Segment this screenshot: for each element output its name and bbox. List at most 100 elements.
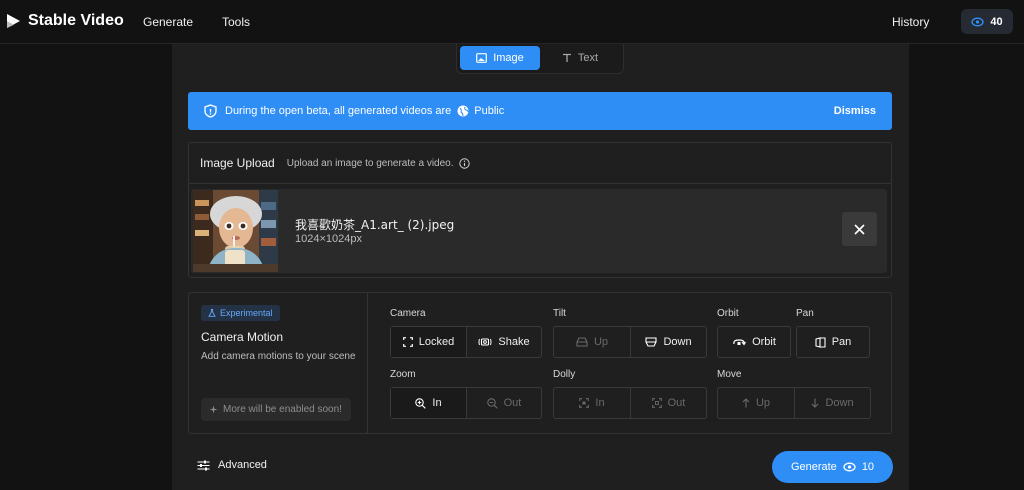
dolly-label: Dolly xyxy=(553,369,576,380)
mode-toggle: Image Text xyxy=(456,44,624,74)
image-thumbnail[interactable] xyxy=(193,190,278,272)
credits-count: 40 xyxy=(990,15,1003,28)
tilt-down-button[interactable]: Down xyxy=(630,327,706,357)
uploaded-file: 我喜歡奶茶_A1.art_ (2).jpeg 1024×1024px xyxy=(191,189,887,273)
dolly-out-label: Out xyxy=(667,397,686,409)
coming-soon-text: More will be enabled soon! xyxy=(223,404,342,415)
app-name: Stable Video xyxy=(28,12,124,29)
zoom-out-button[interactable]: Out xyxy=(466,388,541,418)
portrait-thumbnail-image xyxy=(193,190,278,272)
experimental-badge: Experimental xyxy=(201,305,280,321)
coming-soon-notice: More will be enabled soon! xyxy=(201,398,351,421)
move-down-button[interactable]: Down xyxy=(794,388,870,418)
orbit-segment: Orbit xyxy=(717,326,791,358)
camera-motion-title: Camera Motion xyxy=(201,330,284,344)
sliders-icon xyxy=(197,460,210,470)
camera-locked-button[interactable]: Locked xyxy=(391,327,466,357)
credits-badge[interactable]: 40 xyxy=(961,9,1013,34)
tilt-up-icon xyxy=(576,337,588,347)
camera-label: Camera xyxy=(390,308,426,319)
nav-tools[interactable]: Tools xyxy=(222,15,250,29)
generate-cost: 10 xyxy=(861,461,875,473)
tilt-up-button[interactable]: Up xyxy=(554,327,630,357)
zoom-label: Zoom xyxy=(390,369,416,380)
file-name: 我喜歡奶茶_A1.art_ (2).jpeg xyxy=(295,218,455,232)
banner-message: During the open beta, all generated vide… xyxy=(225,105,452,117)
orbit-label: Orbit xyxy=(717,308,739,319)
upload-header: Image Upload Upload an image to generate… xyxy=(189,143,891,184)
pan-icon xyxy=(815,336,826,348)
dolly-in-label: In xyxy=(595,397,605,409)
banner-visibility: Public xyxy=(474,105,505,117)
camera-shake-button[interactable]: Shake xyxy=(466,327,541,357)
tab-image-label: Image xyxy=(493,52,524,64)
nav-generate[interactable]: Generate xyxy=(143,15,193,29)
arrow-down-icon xyxy=(812,398,819,408)
close-icon xyxy=(854,223,865,235)
orbit-label-text: Orbit xyxy=(752,336,776,348)
dismiss-button[interactable]: Dismiss xyxy=(834,105,876,117)
camera-shake-label: Shake xyxy=(498,336,530,348)
dolly-out-button[interactable]: Out xyxy=(630,388,706,418)
pan-label-text: Pan xyxy=(831,336,852,348)
credits-icon xyxy=(843,462,856,472)
move-label: Move xyxy=(717,369,742,380)
move-up-button[interactable]: Up xyxy=(718,388,794,418)
upload-title: Image Upload xyxy=(200,156,275,170)
beta-banner: During the open beta, all generated vide… xyxy=(188,92,892,130)
tilt-down-label: Down xyxy=(663,336,692,348)
camera-motion-description: Add camera motions to your scene xyxy=(201,351,356,362)
dolly-in-icon xyxy=(579,398,590,408)
orbit-button[interactable]: Orbit xyxy=(718,327,790,357)
tilt-up-label: Up xyxy=(593,336,609,348)
camera-motion-section: Experimental Camera Motion Add camera mo… xyxy=(188,292,892,434)
text-icon xyxy=(562,53,571,62)
zoom-out-label: Out xyxy=(503,397,522,409)
top-nav: Stable Video Generate Tools History 40 xyxy=(0,0,1024,44)
move-segment: Up Down xyxy=(717,387,871,419)
arrow-up-icon xyxy=(742,398,750,408)
file-dimensions: 1024×1024px xyxy=(295,233,362,245)
tab-text-label: Text xyxy=(577,52,599,64)
lock-frame-icon xyxy=(402,337,413,347)
zoom-segment: In Out xyxy=(390,387,542,419)
remove-image-button[interactable] xyxy=(842,212,877,246)
camera-motion-info: Experimental Camera Motion Add camera mo… xyxy=(189,293,368,433)
shake-icon xyxy=(478,338,492,346)
move-down-label: Down xyxy=(825,397,854,409)
zoom-out-icon xyxy=(486,397,498,409)
app-logo[interactable]: Stable Video xyxy=(6,12,124,30)
camera-segment: Locked Shake xyxy=(390,326,542,358)
credits-icon xyxy=(971,17,985,26)
move-up-label: Up xyxy=(755,397,771,409)
advanced-settings-button[interactable]: Advanced xyxy=(197,459,267,471)
camera-locked-label: Locked xyxy=(418,336,455,348)
advanced-label: Advanced xyxy=(218,459,267,471)
pan-button[interactable]: Pan xyxy=(797,327,869,357)
tab-image[interactable]: Image xyxy=(460,46,540,70)
upload-subtitle: Upload an image to generate a video. xyxy=(286,157,454,169)
zoom-in-icon xyxy=(415,397,427,409)
nav-history[interactable]: History xyxy=(892,15,929,29)
play-logo-icon xyxy=(7,14,20,28)
zoom-in-button[interactable]: In xyxy=(391,388,466,418)
pan-label: Pan xyxy=(796,308,814,319)
generate-label: Generate xyxy=(790,461,837,473)
zoom-in-label: In xyxy=(432,397,442,409)
shield-icon xyxy=(204,104,217,118)
pan-segment: Pan xyxy=(796,326,870,358)
orbit-icon xyxy=(733,339,747,346)
image-upload-section: Image Upload Upload an image to generate… xyxy=(188,142,892,278)
tilt-down-icon xyxy=(645,337,657,347)
dolly-out-icon xyxy=(651,398,662,408)
tilt-label: Tilt xyxy=(553,308,566,319)
info-icon[interactable] xyxy=(458,157,470,169)
experimental-label: Experimental xyxy=(220,308,273,318)
dolly-segment: In Out xyxy=(553,387,707,419)
tab-text[interactable]: Text xyxy=(540,46,620,70)
sparkle-icon xyxy=(209,405,218,414)
tilt-segment: Up Down xyxy=(553,326,707,358)
flask-icon xyxy=(208,309,216,317)
generate-button[interactable]: Generate 10 xyxy=(772,451,893,483)
dolly-in-button[interactable]: In xyxy=(554,388,630,418)
